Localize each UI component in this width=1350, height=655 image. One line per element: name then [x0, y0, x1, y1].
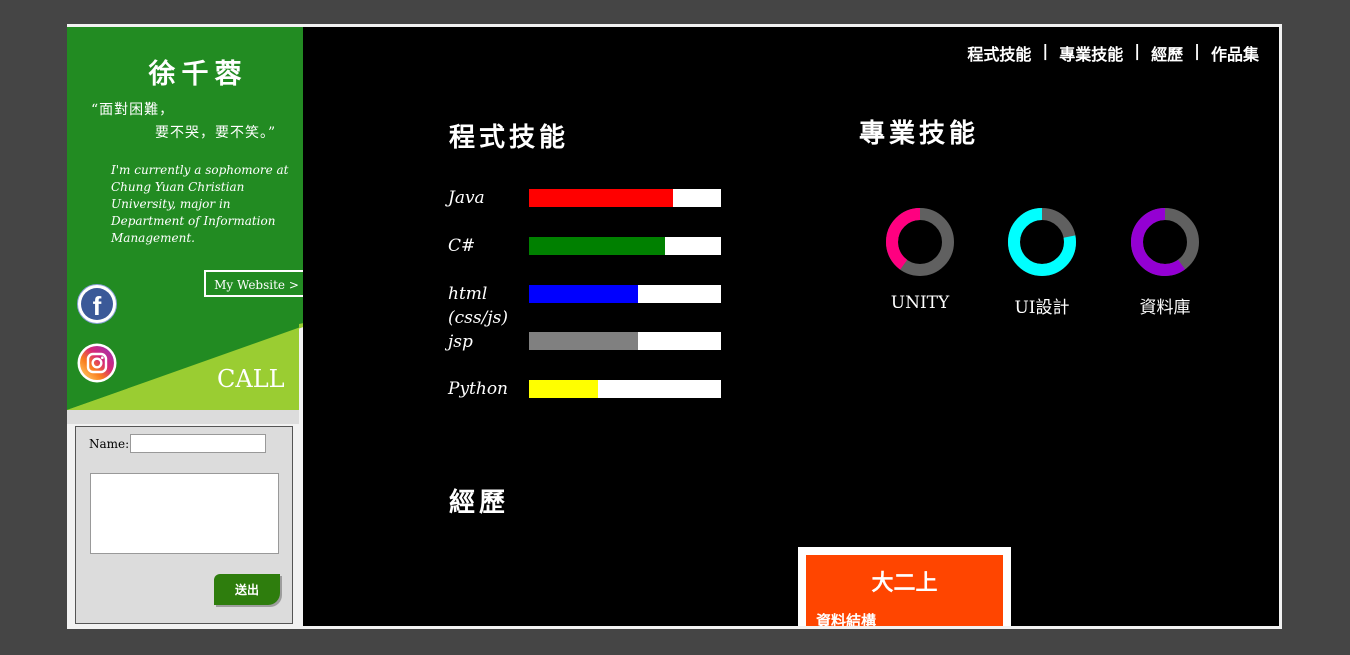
instagram-icon — [77, 343, 117, 383]
skill-label-python: Python — [448, 379, 509, 399]
skill-label-html: html (css/js) — [448, 284, 508, 328]
skill-bar-html — [529, 285, 721, 303]
ring-label-database: 資料庫 — [1139, 298, 1191, 318]
instagram-link[interactable] — [77, 343, 117, 383]
contact-form: Name: 送出 — [75, 426, 293, 624]
skill-bar-python — [529, 380, 721, 398]
experience-card-title: 大二上 — [871, 570, 938, 596]
sidebar-grey-strip — [67, 410, 299, 424]
my-website-button[interactable]: My Website > — [204, 270, 309, 297]
nav-separator: | — [1134, 41, 1141, 60]
skill-label-java: Java — [448, 188, 485, 208]
quote-line-2: 要不哭，要不笑。” — [155, 125, 277, 141]
nav-separator: | — [1194, 41, 1200, 60]
experience-card-subtitle: 資料結構 — [816, 612, 877, 626]
quote-line-1: “面對困難， — [91, 102, 175, 118]
skill-bar-fill — [529, 332, 639, 350]
skill-bar-fill — [529, 380, 599, 398]
skill-bar-java — [529, 189, 721, 207]
ring-chart-database — [1131, 208, 1199, 276]
skill-bar-csharp — [529, 237, 721, 255]
name-input[interactable] — [130, 434, 266, 453]
send-button[interactable]: 送出 — [214, 574, 280, 605]
programming-skills-title: 程式技能 — [449, 123, 570, 153]
experience-title: 經歷 — [449, 488, 510, 518]
main-content: 程式技能 | 專業技能 | 經歷 | 作品集 程式技能 專業技能 經歷 Java… — [303, 27, 1279, 626]
ring-ui-design — [1007, 207, 1077, 277]
profile-name: 徐千蓉 — [148, 59, 248, 90]
ring-unity — [885, 207, 955, 277]
message-textarea[interactable] — [90, 473, 279, 554]
facebook-icon: f — [81, 288, 113, 321]
experience-card-body: 大二上 資料結構 — [806, 555, 1003, 626]
skill-bar-jsp — [529, 332, 721, 350]
skill-bar-fill — [529, 285, 639, 303]
top-nav: 程式技能 | 專業技能 | 經歷 | 作品集 — [967, 41, 1259, 65]
sidebar: 徐千蓉 “面對困難， 要不哭，要不笑。” I'm currently a sop… — [67, 24, 329, 424]
skill-bar-fill — [529, 237, 666, 255]
nav-programming-skills[interactable]: 程式技能 — [967, 41, 1031, 65]
nav-portfolio[interactable]: 作品集 — [1211, 41, 1259, 65]
skill-bar-fill — [529, 189, 673, 207]
nav-separator: | — [1042, 41, 1049, 60]
facebook-link[interactable]: f — [77, 284, 117, 324]
bio-text: I'm currently a sophomore at Chung Yuan … — [111, 163, 289, 245]
skill-label-csharp: C# — [448, 236, 476, 256]
page-frame: 徐千蓉 “面對困難， 要不哭，要不笑。” I'm currently a sop… — [67, 24, 1282, 629]
ring-database — [1130, 207, 1200, 277]
nav-professional-skills[interactable]: 專業技能 — [1059, 41, 1123, 65]
ring-chart-ui-design — [1008, 208, 1076, 276]
nav-experience[interactable]: 經歷 — [1151, 41, 1183, 65]
skill-label-jsp: jsp — [448, 332, 473, 352]
name-label: Name: — [89, 437, 130, 451]
professional-skills-title: 專業技能 — [859, 119, 980, 149]
ring-label-unity: UNITY — [890, 293, 950, 313]
ring-chart-unity — [886, 208, 954, 276]
call-label[interactable]: CALL — [217, 365, 285, 393]
ring-label-ui-design: UI設計 — [1014, 298, 1070, 318]
experience-card[interactable]: 大二上 資料結構 — [798, 547, 1011, 626]
